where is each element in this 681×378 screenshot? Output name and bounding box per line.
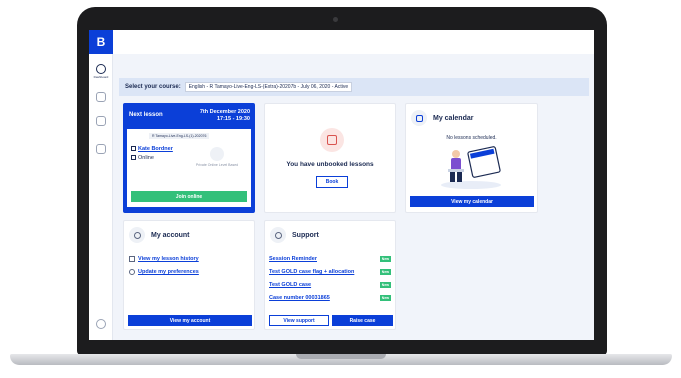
next-lesson-body: R Tamayo-Live-Eng-LS-(1)-202076 Kate Bor… <box>127 129 251 207</box>
teacher-name[interactable]: Kate Bordner <box>138 146 173 152</box>
calendar-title: My calendar <box>433 114 474 122</box>
laptop-icon <box>131 155 136 161</box>
webcam <box>333 17 338 22</box>
support-card: Support Session Reminder New Test GOLD c… <box>264 220 396 330</box>
next-lesson-title: Next lesson <box>129 112 163 118</box>
settings-icon <box>129 269 135 275</box>
support-title: Support <box>292 231 319 239</box>
course-selector-bar: Select your course: English - R Tamayo-L… <box>119 78 589 96</box>
view-calendar-button[interactable]: View my calendar <box>410 196 534 207</box>
sidebar-item-dashboard[interactable]: Dashboard <box>92 64 110 79</box>
lesson-type-icon <box>210 147 224 161</box>
lesson-type: Private Online Level Based <box>195 147 239 167</box>
sidebar-item-lessons[interactable] <box>92 92 110 102</box>
preferences-link[interactable]: Update my preferences <box>129 269 199 275</box>
teacher-link[interactable]: Kate Bordner <box>131 146 173 152</box>
checklist-icon <box>129 256 135 262</box>
calendar-illustration-icon <box>441 146 501 189</box>
sidebar: Dashboard <box>89 54 113 340</box>
support-item[interactable]: Test GOLD case New <box>269 281 393 291</box>
lesson-history-label[interactable]: View my lesson history <box>138 256 199 262</box>
new-badge: New <box>379 269 391 275</box>
learning-icon <box>96 116 106 126</box>
next-lesson-card: Next lesson 7th December 2020 17:15 - 19… <box>123 103 255 213</box>
support-item-label[interactable]: Test GOLD case flag + allocation <box>269 269 354 275</box>
support-item[interactable]: Case number 00031865 New <box>269 294 393 304</box>
next-lesson-date: 7th December 2020 <box>199 109 250 115</box>
next-lesson-time: 17:15 - 19:30 <box>216 116 250 122</box>
teacher-icon <box>131 146 136 152</box>
raise-case-button[interactable]: Raise case <box>332 315 393 326</box>
new-badge: New <box>379 282 391 288</box>
support-item-label[interactable]: Session Reminder <box>269 256 317 262</box>
calendar-header: My calendar <box>411 110 473 126</box>
app-screen: B Dashboard Select your course: English … <box>89 30 594 340</box>
new-badge: New <box>379 256 391 262</box>
app-logo[interactable]: B <box>89 30 113 54</box>
calendar-alert-icon <box>320 128 344 152</box>
calendar-icon <box>411 110 427 126</box>
preferences-label[interactable]: Update my preferences <box>138 269 199 275</box>
view-support-button[interactable]: View support <box>269 315 329 326</box>
join-online-button[interactable]: Join online <box>131 191 247 202</box>
unbooked-lessons-card: You have unbooked lessons Book <box>264 103 396 213</box>
profile-icon <box>96 144 106 154</box>
course-selector-label: Select your course: <box>125 84 181 90</box>
support-item[interactable]: Test GOLD case flag + allocation New <box>269 268 393 278</box>
lesson-mode-text: Online <box>138 155 154 161</box>
lesson-history-link[interactable]: View my lesson history <box>129 256 199 262</box>
next-lesson-datetime: 7th December 2020 17:15 - 19:30 <box>200 109 250 123</box>
question-icon <box>270 227 286 243</box>
account-title: My account <box>151 231 190 239</box>
sidebar-item-learning[interactable] <box>92 116 110 126</box>
sidebar-item-profile[interactable] <box>92 144 110 154</box>
gear-icon <box>129 227 145 243</box>
support-header: Support <box>270 227 319 243</box>
new-badge: New <box>379 295 391 301</box>
support-item-label[interactable]: Test GOLD case <box>269 282 311 288</box>
account-card: My account View my lesson history Update… <box>123 220 255 330</box>
laptop-notch <box>296 354 386 359</box>
book-button[interactable]: Book <box>316 176 348 188</box>
support-item-label[interactable]: Case number 00031865 <box>269 295 330 301</box>
sidebar-item-label: Dashboard <box>93 75 109 79</box>
unbooked-message: You have unbooked lessons <box>286 161 374 168</box>
course-tag: R Tamayo-Live-Eng-LS-(1)-202076 <box>149 133 210 139</box>
dashboard-icon <box>96 64 106 74</box>
laptop-frame: B Dashboard Select your course: English … <box>0 0 681 378</box>
sidebar-item-help[interactable] <box>92 319 110 329</box>
calendar-empty-text: No lessons scheduled. <box>446 135 497 141</box>
support-item[interactable]: Session Reminder New <box>269 255 393 265</box>
lesson-mode: Online <box>131 155 154 161</box>
top-bar <box>89 30 594 54</box>
calendar-card: My calendar No lessons scheduled. View m… <box>405 103 538 213</box>
view-account-button[interactable]: View my account <box>128 315 252 326</box>
account-header: My account <box>129 227 190 243</box>
course-select[interactable]: English - R Tamayo-Live-Eng-LS-(Extra)-2… <box>184 82 353 92</box>
lessons-icon <box>96 92 106 102</box>
help-icon <box>96 319 106 329</box>
lesson-type-text: Private Online Level Based <box>195 163 239 167</box>
